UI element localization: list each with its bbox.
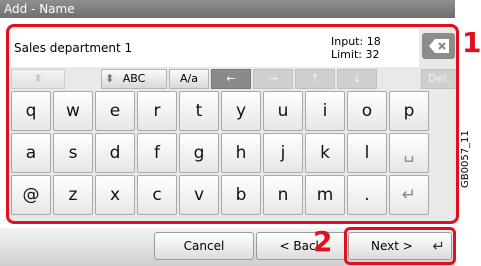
- key-k[interactable]: k: [305, 133, 345, 173]
- figure-code: GB0057_11: [460, 130, 471, 188]
- arrow-up-icon: ↑: [310, 72, 320, 85]
- key-m[interactable]: m: [305, 175, 345, 215]
- key-f[interactable]: f: [137, 133, 177, 173]
- key-r[interactable]: r: [137, 91, 177, 131]
- key-g[interactable]: g: [179, 133, 219, 173]
- space-icon: ␣: [403, 143, 415, 163]
- control-row: ⬍ ⬍ ABC A/a ← → ↑ ↓ Del.: [11, 69, 456, 89]
- limit-value: 32: [365, 48, 380, 61]
- key-h[interactable]: h: [221, 133, 261, 173]
- key-t[interactable]: t: [179, 91, 219, 131]
- updown-icon: ⬍: [105, 72, 115, 85]
- key-period[interactable]: .: [347, 175, 387, 215]
- key-z[interactable]: z: [53, 175, 93, 215]
- character-counter: Input: 18 Limit: 32: [331, 35, 381, 61]
- arrow-left-icon: ←: [226, 72, 236, 85]
- key-a[interactable]: a: [11, 133, 51, 173]
- limit-label: Limit:: [331, 48, 362, 61]
- back-button[interactable]: < Back: [256, 232, 346, 260]
- cancel-button[interactable]: Cancel: [154, 232, 254, 260]
- callout-1: 1: [462, 26, 481, 59]
- key-n[interactable]: n: [263, 175, 303, 215]
- text-input-field[interactable]: Sales department 1 Input: 18 Limit: 32: [11, 29, 419, 67]
- cursor-left-button[interactable]: ←: [211, 69, 251, 89]
- delete-label: Del.: [428, 72, 450, 85]
- backspace-button[interactable]: [422, 33, 455, 59]
- key-l[interactable]: l: [347, 133, 387, 173]
- next-highlight-frame: [344, 227, 456, 265]
- cursor-start-button[interactable]: ⬍: [11, 69, 65, 89]
- space-key[interactable]: ␣: [389, 133, 429, 173]
- arrow-down-icon: ↓: [352, 72, 362, 85]
- key-e[interactable]: e: [95, 91, 135, 131]
- key-w[interactable]: w: [53, 91, 93, 131]
- key-x[interactable]: x: [95, 175, 135, 215]
- cursor-right-button[interactable]: →: [253, 69, 293, 89]
- input-text-value: Sales department 1: [14, 41, 133, 55]
- cursor-down-button[interactable]: ↓: [337, 69, 377, 89]
- cursor-up-button[interactable]: ↑: [295, 69, 335, 89]
- key-i[interactable]: i: [305, 91, 345, 131]
- enter-key[interactable]: ↵: [389, 175, 429, 215]
- window-title: Add - Name: [0, 0, 455, 18]
- input-mode-label: ABC: [122, 72, 146, 85]
- key-b[interactable]: b: [221, 175, 261, 215]
- backspace-icon: [429, 39, 449, 53]
- updown-icon: ⬍: [33, 72, 43, 85]
- key-c[interactable]: c: [137, 175, 177, 215]
- case-toggle-label: A/a: [180, 72, 198, 85]
- input-count-value: 18: [366, 35, 381, 48]
- arrow-right-icon: →: [268, 72, 278, 85]
- key-o[interactable]: o: [347, 91, 387, 131]
- key-v[interactable]: v: [179, 175, 219, 215]
- key-y[interactable]: y: [221, 91, 261, 131]
- input-count-label: Input:: [331, 35, 364, 48]
- key-j[interactable]: j: [263, 133, 303, 173]
- keyboard-panel: Sales department 1 Input: 18 Limit: 32 ⬍…: [6, 24, 459, 224]
- delete-button[interactable]: Del.: [421, 69, 456, 89]
- key-u[interactable]: u: [263, 91, 303, 131]
- case-toggle-button[interactable]: A/a: [169, 69, 209, 89]
- input-mode-button[interactable]: ⬍ ABC: [101, 69, 167, 89]
- key-s[interactable]: s: [53, 133, 93, 173]
- enter-icon: ↵: [401, 185, 417, 205]
- key-q[interactable]: q: [11, 91, 51, 131]
- callout-2: 2: [313, 225, 333, 258]
- key-at[interactable]: @: [11, 175, 51, 215]
- key-p[interactable]: p: [389, 91, 429, 131]
- key-d[interactable]: d: [95, 133, 135, 173]
